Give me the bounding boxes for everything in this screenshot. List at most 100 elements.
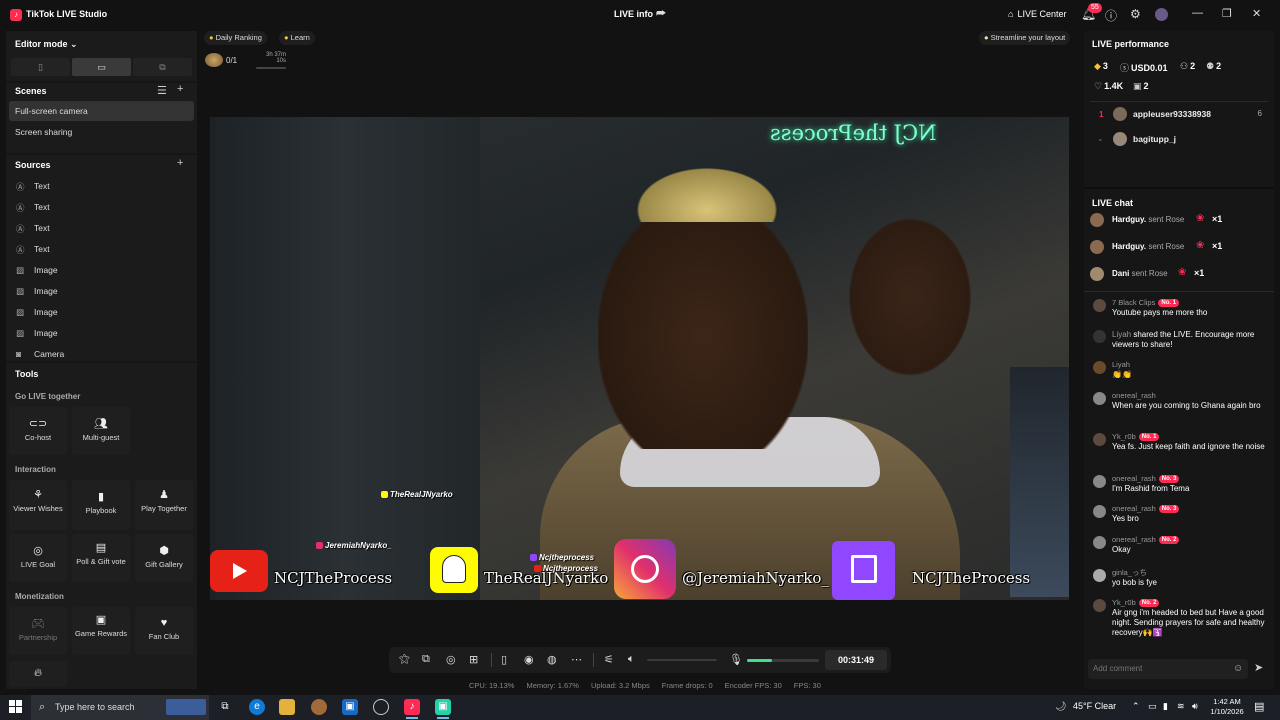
- magic-wand-icon[interactable]: ⚝: [399, 653, 410, 666]
- monkey-app-icon[interactable]: [311, 699, 327, 715]
- source-item[interactable]: ▨ Image: [16, 286, 58, 297]
- avatar: [1113, 132, 1127, 146]
- minimize-icon[interactable]: —: [1192, 7, 1203, 19]
- live-preview[interactable]: NCJ theProcess TheRealJNyarko JeremiahNy…: [210, 117, 1069, 600]
- source-item[interactable]: ◙ Camera: [16, 349, 64, 359]
- gear-icon[interactable]: ⚙: [1130, 7, 1141, 21]
- source-item[interactable]: Ⓐ Text: [16, 223, 50, 235]
- volume-icon[interactable]: 🔊︎: [1192, 701, 1198, 712]
- source-item[interactable]: Ⓐ Text: [16, 244, 50, 256]
- file-explorer-icon[interactable]: [279, 699, 295, 715]
- chat-username: onereal_rash: [1112, 391, 1156, 400]
- add-source-icon[interactable]: +: [177, 157, 183, 169]
- store-icon[interactable]: ▣: [342, 699, 358, 715]
- share-icon[interactable]: ⮫: [656, 8, 666, 21]
- news-widget-icon[interactable]: [166, 699, 206, 715]
- speaker-icon[interactable]: 🔈︎: [628, 653, 635, 666]
- more-icon[interactable]: ⋯: [571, 653, 582, 666]
- chat-message[interactable]: onereal_rash When are you coming to Ghana…: [1112, 391, 1267, 411]
- tiktok-taskbar-icon[interactable]: ♪: [404, 699, 420, 719]
- help-icon[interactable]: ⓘ: [1105, 7, 1117, 24]
- scene-item-full-screen-camera[interactable]: Full-screen camera: [9, 101, 194, 121]
- fan-club-button[interactable]: ♥ Fan Club: [135, 607, 193, 655]
- fire-tool-button[interactable]: 🔥︎: [9, 661, 67, 687]
- mic-tray-icon[interactable]: ▮: [1163, 701, 1168, 712]
- chat-message[interactable]: onereal_rash No. 3 I'm Rashid from Tema: [1112, 474, 1267, 494]
- live-center-button[interactable]: ⌂ LIVE Center: [1008, 9, 1066, 19]
- game-rewards-button[interactable]: ▣ Game Rewards: [72, 607, 130, 655]
- list-icon[interactable]: ☰: [157, 84, 167, 97]
- chevron-up-icon[interactable]: ⌃: [1132, 701, 1140, 712]
- gifters-value: 2: [1143, 81, 1149, 91]
- effects-icon[interactable]: ◎: [446, 653, 456, 666]
- lightbulb-icon: ●: [284, 33, 289, 42]
- scene-item-screen-sharing[interactable]: Screen sharing: [9, 122, 194, 142]
- source-item[interactable]: ▨ Image: [16, 307, 58, 318]
- notifications-icon[interactable]: ▤: [1254, 700, 1264, 713]
- avatar[interactable]: [1155, 8, 1168, 21]
- weather[interactable]: 45°F Clear: [1073, 701, 1116, 711]
- chat-message[interactable]: onereal_rash No. 2 Okay: [1112, 535, 1267, 555]
- viewer-wishes-button[interactable]: ⚘ Viewer Wishes: [9, 480, 67, 530]
- comment-input[interactable]: [1088, 659, 1248, 679]
- multiguest-button[interactable]: 👥︎ Multi-guest: [72, 407, 130, 455]
- chat-message[interactable]: Liyah shared the LIVE. Encourage more vi…: [1112, 330, 1267, 350]
- streamline-layout-button[interactable]: ● Streamline your layout: [979, 31, 1071, 45]
- maximize-icon[interactable]: ❐: [1222, 7, 1232, 20]
- learn-button[interactable]: ● Learn: [279, 31, 315, 45]
- microphone-icon[interactable]: 🎙︎: [729, 653, 743, 666]
- network-icon[interactable]: ▭: [1148, 701, 1157, 712]
- social-banner[interactable]: NCJTheProcess TheRealJNyarko Ncjtheproce…: [210, 539, 1069, 600]
- gift-sender: Hardguy.: [1112, 242, 1147, 251]
- add-source-icon[interactable]: ⊞: [469, 653, 478, 666]
- clock[interactable]: 1:42 AM 1/10/2026: [1208, 697, 1246, 717]
- tiktok-studio-taskbar-icon[interactable]: ▣: [435, 699, 451, 719]
- edge-icon[interactable]: e: [249, 699, 265, 715]
- partnership-button[interactable]: 🎮︎ Partnership: [9, 607, 67, 655]
- landscape-mode-button[interactable]: ▭: [72, 58, 131, 76]
- source-item[interactable]: Ⓐ Text: [16, 181, 50, 193]
- chat-message[interactable]: Liyah 👏👏: [1112, 360, 1267, 380]
- record-icon[interactable]: ◉: [524, 653, 534, 666]
- audio-mixer-icon[interactable]: ⚟: [604, 653, 614, 666]
- daily-ranking-button[interactable]: ● Daily Ranking: [204, 31, 267, 45]
- task-view-icon[interactable]: ⧉: [217, 699, 233, 715]
- overlay-handle-top[interactable]: TheRealJNyarko: [381, 490, 453, 499]
- chat-message[interactable]: ginla_っち yo bob is fye: [1112, 568, 1267, 588]
- source-item[interactable]: ▨ Image: [16, 265, 58, 276]
- live-info-title[interactable]: LIVE info: [614, 9, 653, 19]
- windows-start-icon[interactable]: [9, 700, 23, 714]
- poll-gift-vote-button[interactable]: ▤ Poll & Gift vote: [72, 534, 130, 582]
- wifi-icon[interactable]: ≋: [1177, 701, 1185, 712]
- chat-message[interactable]: 7 Black Clips No. 1 Youtube pays me more t…: [1112, 298, 1267, 318]
- source-item[interactable]: ▨ Image: [16, 328, 58, 339]
- volume-slider[interactable]: [647, 659, 717, 661]
- portrait-mode-button[interactable]: ▯: [11, 58, 70, 76]
- gift-text: sent Rose: [1131, 269, 1168, 278]
- gift-gallery-button[interactable]: ⬢ Gift Gallery: [135, 534, 193, 582]
- source-item[interactable]: Ⓐ Text: [16, 202, 50, 214]
- chat-message[interactable]: onereal_rash No. 3 Yes bro: [1112, 504, 1267, 524]
- play-together-button[interactable]: ♟ Play Together: [135, 480, 193, 530]
- cohost-button[interactable]: ⊂⊃ Co-host: [9, 407, 67, 455]
- replay-icon[interactable]: ◍: [547, 653, 557, 666]
- emoji-icon[interactable]: ☺: [1233, 663, 1243, 674]
- chat-message[interactable]: Yk_r0b No. 2 Air gng i'm headed to bed but…: [1112, 598, 1267, 638]
- editor-mode-dropdown[interactable]: Editor mode ⌄: [15, 39, 78, 50]
- divider: [1084, 187, 1274, 189]
- screen-capture-icon[interactable]: ⧉: [422, 653, 430, 666]
- top-viewer-row[interactable]: - bagitupp_j: [1084, 129, 1274, 153]
- phone-icon[interactable]: ▯: [501, 653, 507, 666]
- dual-mode-button[interactable]: ⧉: [133, 58, 192, 76]
- live-goal-button[interactable]: ◎ LIVE Goal: [9, 534, 67, 582]
- close-icon[interactable]: ✕: [1252, 7, 1261, 20]
- send-icon[interactable]: ➤: [1254, 661, 1263, 674]
- mic-level-slider[interactable]: [747, 659, 819, 662]
- weather-icon[interactable]: 🌙︎: [1055, 701, 1066, 712]
- add-scene-icon[interactable]: +: [177, 83, 183, 95]
- playbook-button[interactable]: ▮ Playbook: [72, 480, 130, 530]
- obs-icon[interactable]: [373, 699, 389, 715]
- poll-icon: ▤: [95, 542, 107, 554]
- top-viewer-row[interactable]: 1 appleuser93338938 6: [1084, 104, 1274, 128]
- chat-message[interactable]: Yk_r0b No. 1 Yea fs. Just keep faith and i…: [1112, 432, 1267, 452]
